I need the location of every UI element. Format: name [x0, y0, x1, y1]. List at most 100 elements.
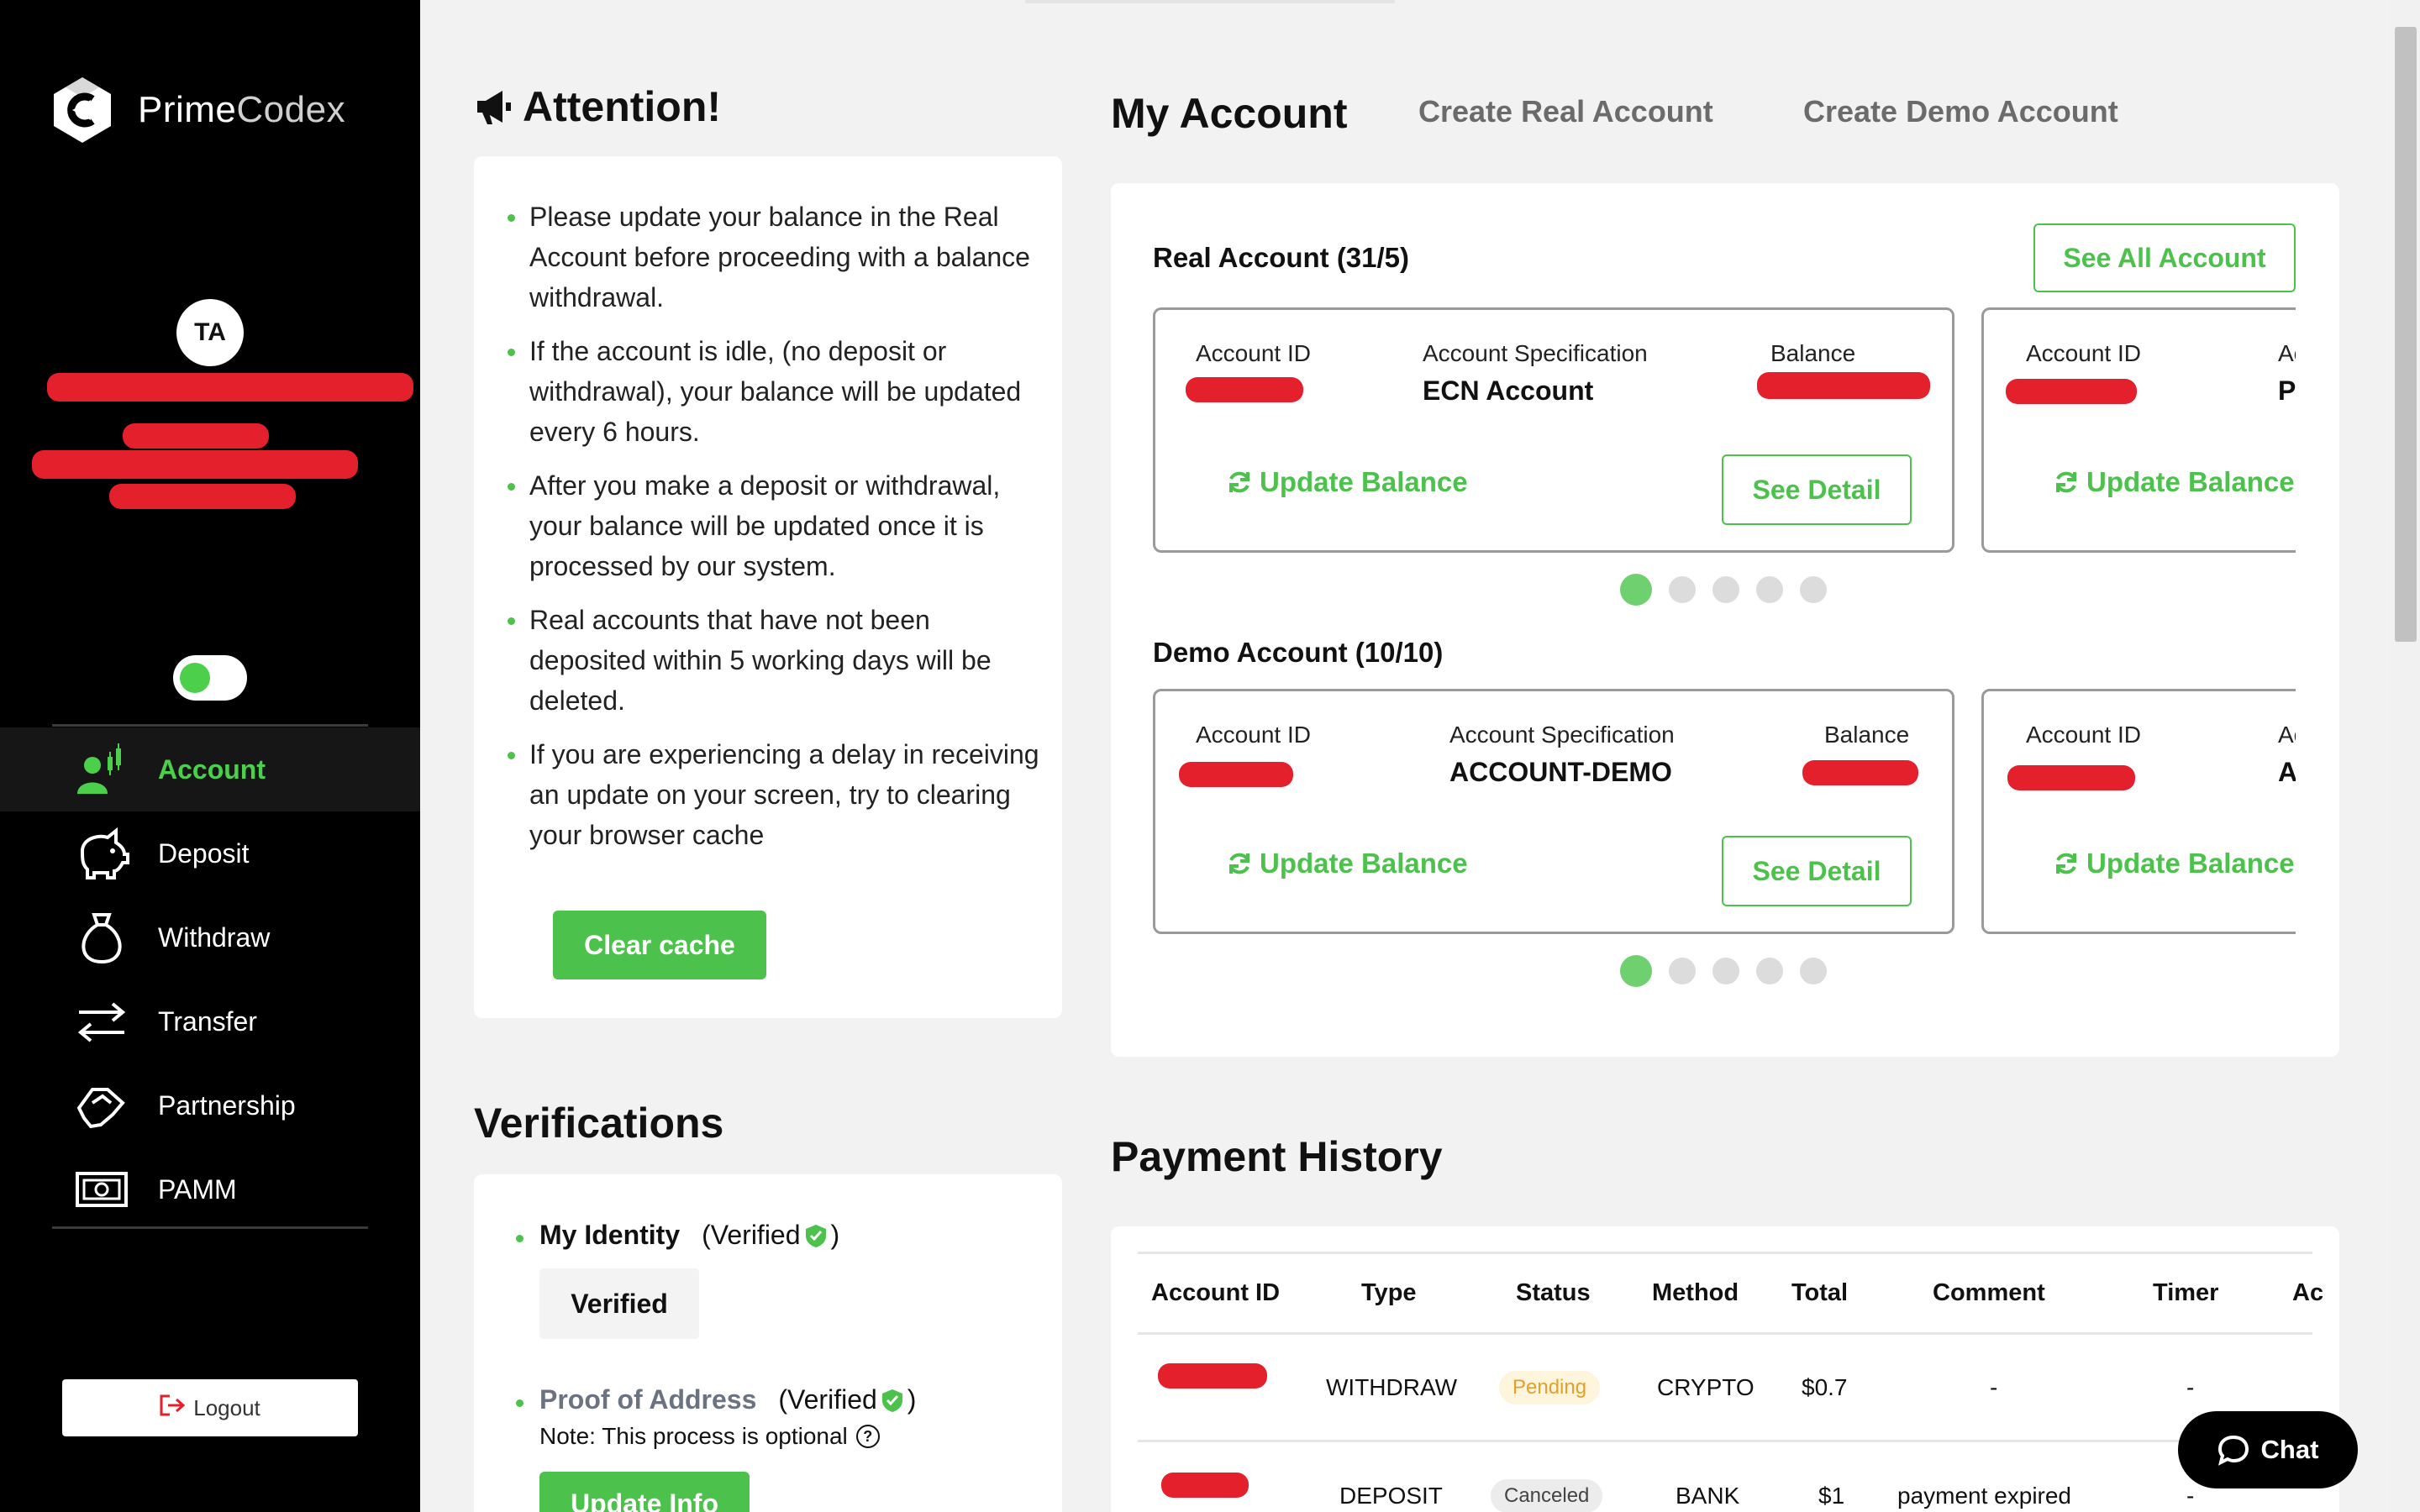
tab-create-real-account[interactable]: Create Real Account	[1418, 94, 1713, 129]
sidebar-item-pamm[interactable]: PAMM	[0, 1147, 420, 1231]
cell-type: WITHDRAW	[1326, 1373, 1458, 1400]
chat-button[interactable]: Chat	[2178, 1411, 2358, 1488]
account-spec-value-partial: P/	[2278, 375, 2296, 406]
carousel-dot[interactable]	[1756, 958, 1783, 984]
cell-method: CRYPTO	[1657, 1373, 1754, 1400]
real-account-carousel: Account ID Account Specification ECN Acc…	[1153, 307, 2296, 553]
logout-button[interactable]: Logout	[62, 1379, 358, 1436]
scrollbar-thumb[interactable]	[2395, 27, 2417, 642]
carousel-dot[interactable]	[1669, 576, 1696, 603]
cell-status: Pending	[1499, 1335, 1601, 1440]
address-status-close: )	[907, 1384, 917, 1415]
redacted-user-role	[123, 423, 269, 449]
attention-item: If the account is idle, (no deposit or w…	[508, 331, 1042, 452]
col-status: Status	[1516, 1279, 1591, 1306]
sidebar-item-label: Deposit	[158, 837, 250, 869]
update-info-button[interactable]: Update Info	[539, 1472, 750, 1512]
toggle-knob	[180, 663, 210, 693]
update-balance-button[interactable]: Update Balance	[1226, 848, 1468, 879]
attention-item: If you are experiencing a delay in recei…	[508, 734, 1042, 855]
attention-list: Please update your balance in the Real A…	[508, 197, 1042, 869]
account-spec-label: Account Specification	[1449, 722, 1675, 748]
accounts-card: Real Account (31/5) See All Account Acco…	[1111, 183, 2339, 1057]
sidebar-item-withdraw[interactable]: Withdraw	[0, 895, 420, 979]
sidebar-item-transfer[interactable]: Transfer	[0, 979, 420, 1063]
col-timer: Timer	[2153, 1279, 2219, 1306]
carousel-dot[interactable]	[1756, 576, 1783, 603]
brand-logo[interactable]: PrimeCodex	[49, 74, 345, 146]
sidebar-item-label: Account	[158, 753, 266, 785]
real-account-title: Real Account (31/5)	[1153, 242, 1410, 273]
payment-table: Account ID Type Status Method Total Comm…	[1138, 1252, 2323, 1512]
redacted-username	[47, 373, 413, 402]
real-carousel-dots	[1620, 574, 1844, 606]
identity-verified-badge: Verified	[539, 1268, 699, 1339]
tab-create-demo-account[interactable]: Create Demo Account	[1803, 94, 2118, 129]
account-id-label: Account ID	[1196, 722, 1311, 748]
account-spec-value: ECN Account	[1423, 375, 1594, 406]
update-balance-button[interactable]: Update Balance	[2053, 466, 2295, 498]
update-balance-button[interactable]: Update Balance	[2053, 848, 2295, 879]
address-label: Proof of Address	[539, 1384, 757, 1415]
sidebar-item-label: PAMM	[158, 1173, 237, 1205]
payment-history-title: Payment History	[1111, 1133, 1443, 1180]
account-spec-label: Account Specification	[1423, 340, 1648, 366]
sidebar-item-partnership[interactable]: Partnership	[0, 1063, 420, 1147]
verified-shield-icon	[805, 1224, 826, 1247]
logout-label: Logout	[193, 1394, 260, 1420]
col-comment: Comment	[1933, 1279, 2045, 1306]
balance-label: Balance	[1824, 722, 1910, 748]
see-detail-button[interactable]: See Detail	[1722, 836, 1912, 906]
money-bag-icon	[74, 910, 129, 965]
table-row: WITHDRAW Pending CRYPTO $0.7 - -	[1138, 1335, 2312, 1442]
theme-toggle[interactable]	[173, 655, 247, 701]
avatar[interactable]: TA	[176, 299, 244, 366]
redacted-balance	[1757, 372, 1930, 399]
real-account-tile-next: Account ID Ac P/ Update Balance	[1981, 307, 2296, 553]
carousel-dot[interactable]	[1800, 958, 1827, 984]
sidebar-item-account[interactable]: Account	[0, 727, 420, 811]
demo-account-title: Demo Account (10/10)	[1153, 637, 1444, 668]
redacted-account-id	[2007, 765, 2135, 790]
redacted-account-id	[1158, 1363, 1267, 1389]
address-status: (Verified	[778, 1384, 877, 1415]
megaphone-icon	[477, 91, 511, 124]
handshake-icon	[74, 1078, 129, 1133]
update-balance-label: Update Balance	[1260, 848, 1468, 879]
sidebar-divider	[52, 724, 368, 727]
primecodex-logo-icon	[54, 77, 111, 143]
redacted-account-id	[1179, 762, 1293, 787]
help-icon[interactable]: ?	[855, 1425, 880, 1448]
address-note-text: Note: This process is optional	[539, 1423, 848, 1449]
carousel-dot[interactable]	[1669, 958, 1696, 984]
carousel-dot[interactable]	[1620, 574, 1652, 606]
account-spec-value: ACCOUNT-DEMO	[1449, 757, 1672, 787]
update-balance-label: Update Balance	[2086, 848, 2295, 879]
attention-card: Please update your balance in the Real A…	[474, 156, 1062, 1018]
account-id-label: Account ID	[2026, 340, 2141, 366]
see-detail-button[interactable]: See Detail	[1722, 454, 1912, 525]
carousel-dot[interactable]	[1800, 576, 1827, 603]
clear-cache-button[interactable]: Clear cache	[553, 911, 766, 979]
refresh-icon	[1229, 471, 1249, 493]
tab-my-account[interactable]: My Account	[1111, 89, 1348, 138]
identity-verification-row: My Identity (Verified )	[515, 1220, 839, 1251]
sidebar-item-label: Transfer	[158, 1005, 257, 1037]
sidebar-item-deposit[interactable]: Deposit	[0, 811, 420, 895]
chat-label: Chat	[2260, 1435, 2319, 1464]
update-balance-button[interactable]: Update Balance	[1226, 466, 1468, 498]
piggy-bank-icon	[74, 826, 129, 881]
carousel-dot[interactable]	[1712, 958, 1739, 984]
carousel-dot[interactable]	[1620, 955, 1652, 987]
cell-comment: -	[1990, 1373, 1998, 1400]
verifications-card: My Identity (Verified ) Verified Proof o…	[474, 1174, 1062, 1512]
demo-account-carousel: Account ID Account Specification ACCOUNT…	[1153, 689, 2296, 934]
refresh-icon	[2056, 471, 2076, 493]
transfer-arrows-icon	[74, 994, 129, 1049]
demo-carousel-dots	[1620, 955, 1844, 987]
balance-label: Balance	[1770, 340, 1856, 366]
carousel-dot[interactable]	[1712, 576, 1739, 603]
attention-item: Real accounts that have not been deposit…	[508, 600, 1042, 721]
account-spec-label-partial: Ac	[2278, 340, 2296, 366]
see-all-account-button[interactable]: See All Account	[2033, 223, 2296, 292]
